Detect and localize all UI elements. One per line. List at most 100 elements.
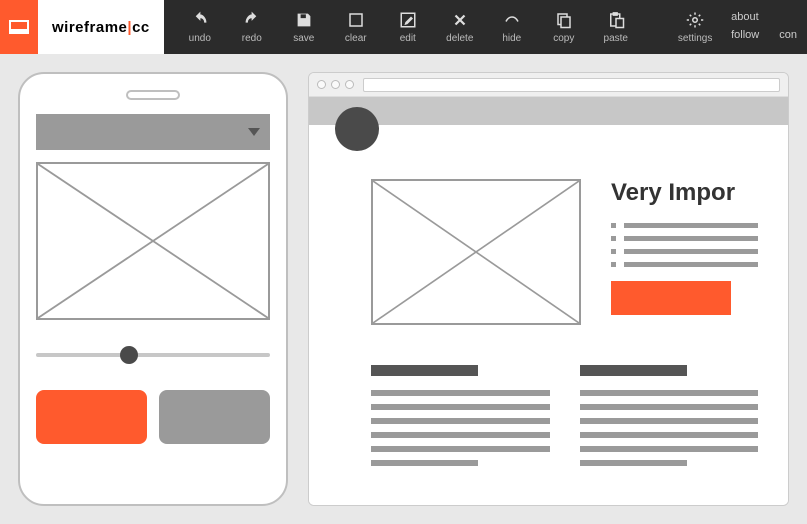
paste-button[interactable]: paste <box>590 0 642 54</box>
right-links-2: x con <box>769 0 807 54</box>
gear-icon <box>685 10 705 30</box>
image-placeholder[interactable] <box>36 162 270 320</box>
delete-icon <box>450 10 470 30</box>
clear-icon <box>346 10 366 30</box>
column-title <box>371 365 478 376</box>
edit-button[interactable]: edit <box>382 0 434 54</box>
save-button[interactable]: save <box>278 0 330 54</box>
bullet-icon <box>611 236 616 241</box>
bullet-icon <box>611 223 616 228</box>
brand-part-a: wireframe <box>52 19 127 36</box>
button-row <box>36 390 270 444</box>
brand-part-b: cc <box>132 19 150 36</box>
columns <box>371 365 758 466</box>
hero-text: Very Impor <box>611 179 758 325</box>
edit-label: edit <box>400 33 416 44</box>
save-icon <box>294 10 314 30</box>
text-line <box>580 404 759 410</box>
delete-button[interactable]: delete <box>434 0 486 54</box>
column-title <box>580 365 687 376</box>
hide-icon <box>502 10 522 30</box>
primary-button-placeholder[interactable] <box>36 390 147 444</box>
edit-icon <box>398 10 418 30</box>
frame-icon <box>9 20 29 34</box>
text-line <box>371 446 550 452</box>
page-content: Very Impor <box>309 97 788 505</box>
bullet-icon <box>611 249 616 254</box>
text-line <box>371 418 550 424</box>
logo[interactable] <box>0 0 38 54</box>
undo-button[interactable]: undo <box>174 0 226 54</box>
copy-icon <box>554 10 574 30</box>
list-item[interactable] <box>611 262 758 267</box>
headline[interactable]: Very Impor <box>611 179 758 207</box>
traffic-light-close <box>317 80 326 89</box>
secondary-button-placeholder[interactable] <box>159 390 270 444</box>
canvas-area[interactable]: Very Impor <box>0 54 807 524</box>
traffic-light-min <box>331 80 340 89</box>
copy-label: copy <box>553 33 574 44</box>
follow-link[interactable]: follow <box>731 27 759 45</box>
placeholder-cross-icon <box>38 164 268 318</box>
contact-link[interactable]: con <box>779 27 797 45</box>
browser-chrome <box>309 73 788 97</box>
redo-icon <box>242 10 262 30</box>
bullet-icon <box>611 262 616 267</box>
text-line <box>624 249 758 254</box>
settings-button[interactable]: settings <box>669 0 721 54</box>
main-toolbar: wireframe|cc undo redo save clear edit d… <box>0 0 807 54</box>
traffic-light-max <box>345 80 354 89</box>
text-line <box>580 446 759 452</box>
text-line <box>624 223 758 228</box>
text-line <box>371 404 550 410</box>
avatar-placeholder[interactable] <box>335 107 379 151</box>
page-header-bar[interactable] <box>309 97 788 125</box>
paste-icon <box>606 10 626 30</box>
browser-frame[interactable]: Very Impor <box>308 72 789 506</box>
slider-track <box>36 353 270 357</box>
paste-label: paste <box>604 33 628 44</box>
slider-placeholder[interactable] <box>36 350 270 360</box>
hide-button[interactable]: hide <box>486 0 538 54</box>
undo-icon <box>190 10 210 30</box>
copy-button[interactable]: copy <box>538 0 590 54</box>
settings-label: settings <box>678 33 712 44</box>
clear-button[interactable]: clear <box>330 0 382 54</box>
clear-label: clear <box>345 33 367 44</box>
column[interactable] <box>371 365 550 466</box>
text-line <box>580 460 687 466</box>
toolbar-buttons: undo redo save clear edit delete hide c <box>164 0 807 54</box>
text-line <box>624 236 758 241</box>
about-link[interactable]: about <box>731 9 759 27</box>
right-links: about follow <box>721 0 769 54</box>
redo-label: redo <box>242 33 262 44</box>
column[interactable] <box>580 365 759 466</box>
mobile-screen <box>36 114 270 444</box>
placeholder-cross-icon <box>373 181 579 323</box>
address-bar-placeholder[interactable] <box>363 78 780 92</box>
text-line <box>580 432 759 438</box>
list-item[interactable] <box>611 249 758 254</box>
hero-image-placeholder[interactable] <box>371 179 581 325</box>
delete-label: delete <box>446 33 473 44</box>
mobile-frame[interactable] <box>18 72 288 506</box>
text-line <box>371 460 478 466</box>
text-line <box>371 432 550 438</box>
cta-button-placeholder[interactable] <box>611 281 731 315</box>
slider-thumb[interactable] <box>120 346 138 364</box>
text-line <box>371 390 550 396</box>
brand-name[interactable]: wireframe|cc <box>38 0 164 54</box>
text-line <box>580 418 759 424</box>
text-line <box>580 390 759 396</box>
undo-label: undo <box>189 33 211 44</box>
phone-speaker <box>126 90 180 100</box>
text-line <box>624 262 758 267</box>
hide-label: hide <box>502 33 521 44</box>
list-item[interactable] <box>611 223 758 228</box>
list-item[interactable] <box>611 236 758 241</box>
redo-button[interactable]: redo <box>226 0 278 54</box>
dropdown-placeholder[interactable] <box>36 114 270 150</box>
hero-row: Very Impor <box>371 179 758 325</box>
page-body: Very Impor <box>309 125 788 466</box>
save-label: save <box>293 33 314 44</box>
